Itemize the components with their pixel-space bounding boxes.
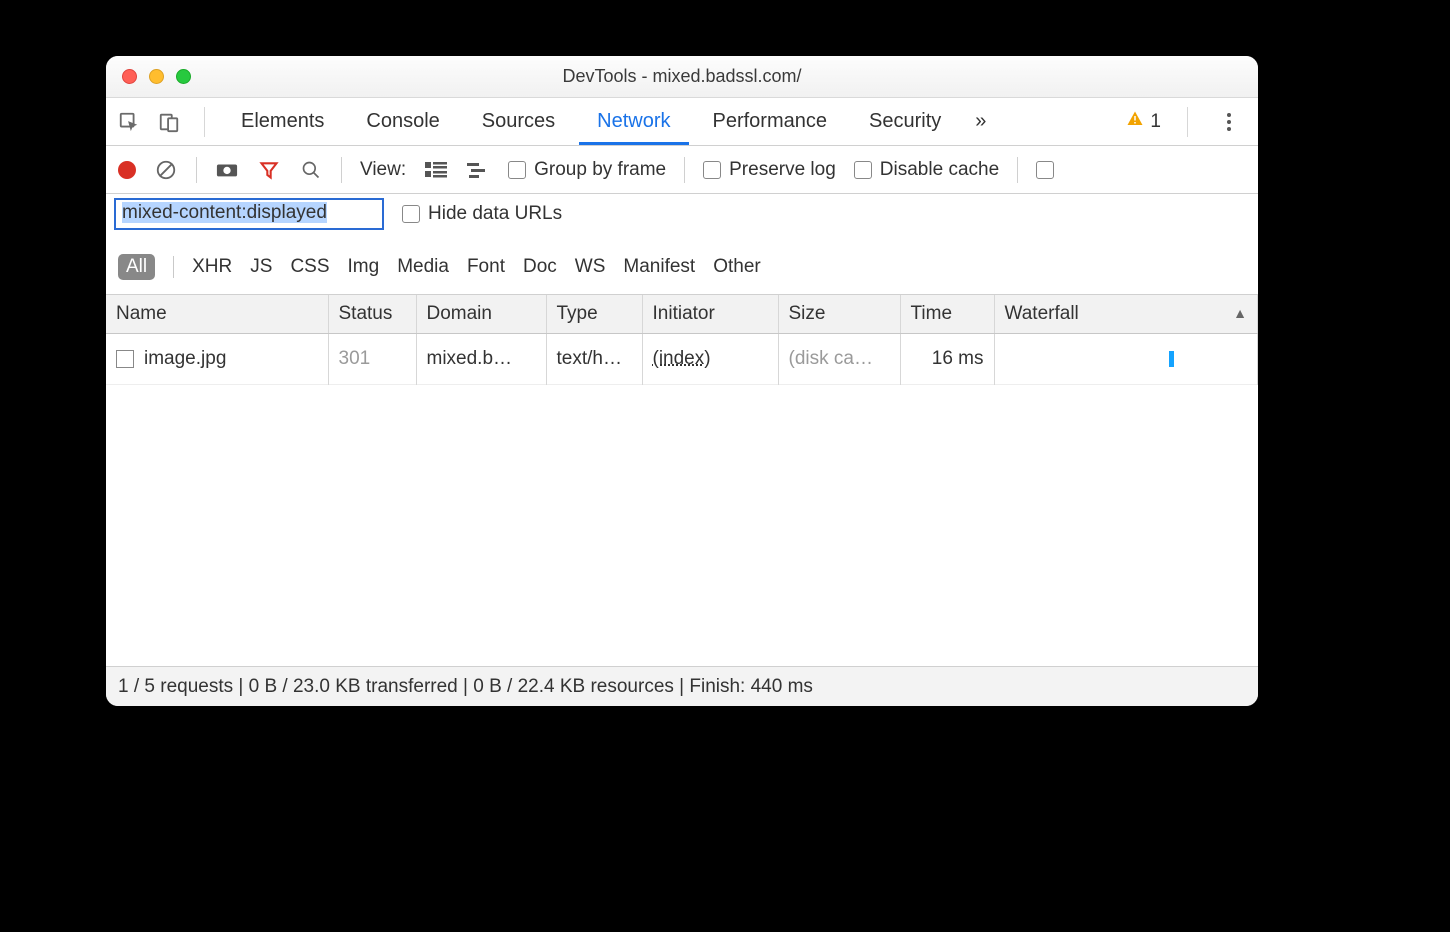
cell-type: text/h… bbox=[546, 334, 642, 385]
panel-tabs: Elements Console Sources Network Perform… bbox=[106, 98, 1258, 146]
screenshots-icon[interactable] bbox=[215, 158, 239, 182]
inspect-element-icon[interactable] bbox=[112, 105, 146, 139]
device-toolbar-icon[interactable] bbox=[152, 105, 186, 139]
tab-performance[interactable]: Performance bbox=[695, 98, 846, 145]
separator bbox=[341, 157, 342, 183]
disable-cache-checkbox[interactable]: Disable cache bbox=[854, 159, 999, 181]
checkbox-icon bbox=[508, 161, 526, 179]
devtools-window: DevTools - mixed.badssl.com/ Elements Co… bbox=[106, 56, 1258, 706]
warning-icon bbox=[1126, 110, 1144, 134]
filter-type-js[interactable]: JS bbox=[250, 256, 272, 278]
filter-type-ws[interactable]: WS bbox=[575, 256, 606, 278]
checkbox-label: Preserve log bbox=[729, 159, 836, 181]
col-size[interactable]: Size bbox=[778, 295, 900, 334]
filter-type-manifest[interactable]: Manifest bbox=[623, 256, 695, 278]
cell-waterfall bbox=[1005, 342, 1248, 376]
tab-elements[interactable]: Elements bbox=[223, 98, 342, 145]
separator bbox=[173, 256, 174, 278]
group-by-frame-checkbox[interactable]: Group by frame bbox=[508, 159, 666, 181]
checkbox-icon bbox=[854, 161, 872, 179]
status-text: 1 / 5 requests | 0 B / 23.0 KB transferr… bbox=[118, 676, 813, 698]
checkbox-label: Group by frame bbox=[534, 159, 666, 181]
settings-menu-button[interactable] bbox=[1214, 113, 1244, 131]
clear-icon[interactable] bbox=[154, 158, 178, 182]
close-window-button[interactable] bbox=[122, 69, 137, 84]
filter-bar: mixed-content:displayed Hide data URLs A… bbox=[106, 194, 1258, 295]
large-rows-icon[interactable] bbox=[424, 158, 448, 182]
filter-input-value: mixed-content:displayed bbox=[122, 202, 327, 223]
overview-icon[interactable] bbox=[466, 158, 490, 182]
cell-name: image.jpg bbox=[144, 348, 226, 370]
cell-initiator[interactable]: (index) bbox=[653, 348, 711, 369]
window-controls bbox=[106, 69, 191, 84]
filter-type-img[interactable]: Img bbox=[348, 256, 380, 278]
network-toolbar: View: Group by frame Preserve log Disabl… bbox=[106, 146, 1258, 194]
minimize-window-button[interactable] bbox=[149, 69, 164, 84]
col-time[interactable]: Time bbox=[900, 295, 994, 334]
separator bbox=[684, 157, 685, 183]
cell-status: 301 bbox=[328, 334, 416, 385]
checkbox-icon bbox=[703, 161, 721, 179]
type-filters: All XHR JS CSS Img Media Font Doc WS Man… bbox=[114, 248, 1250, 290]
col-initiator[interactable]: Initiator bbox=[642, 295, 778, 334]
status-bar: 1 / 5 requests | 0 B / 23.0 KB transferr… bbox=[106, 666, 1258, 706]
tabs-overflow-button[interactable]: » bbox=[965, 98, 996, 145]
filter-type-css[interactable]: CSS bbox=[290, 256, 329, 278]
filter-type-other[interactable]: Other bbox=[713, 256, 761, 278]
filter-type-all[interactable]: All bbox=[118, 254, 155, 280]
tab-sources[interactable]: Sources bbox=[464, 98, 573, 145]
col-name[interactable]: Name bbox=[106, 295, 328, 334]
separator bbox=[196, 157, 197, 183]
titlebar: DevTools - mixed.badssl.com/ bbox=[106, 56, 1258, 98]
filter-icon[interactable] bbox=[257, 158, 281, 182]
cell-size: (disk ca… bbox=[778, 334, 900, 385]
table-row[interactable]: image.jpg 301 mixed.b… text/h… (index) (… bbox=[106, 334, 1258, 385]
checkbox-label: Disable cache bbox=[880, 159, 999, 181]
zoom-window-button[interactable] bbox=[176, 69, 191, 84]
separator bbox=[204, 107, 205, 137]
cell-domain: mixed.b… bbox=[416, 334, 546, 385]
search-icon[interactable] bbox=[299, 158, 323, 182]
filter-type-media[interactable]: Media bbox=[397, 256, 449, 278]
col-status[interactable]: Status bbox=[328, 295, 416, 334]
filter-type-doc[interactable]: Doc bbox=[523, 256, 557, 278]
record-button[interactable] bbox=[118, 161, 136, 179]
tab-console[interactable]: Console bbox=[348, 98, 457, 145]
warnings-indicator[interactable]: 1 bbox=[1126, 110, 1161, 134]
checkbox-label: Hide data URLs bbox=[428, 203, 562, 225]
col-waterfall-label: Waterfall bbox=[1005, 303, 1079, 324]
col-domain[interactable]: Domain bbox=[416, 295, 546, 334]
waterfall-bar bbox=[1169, 351, 1174, 367]
separator bbox=[1017, 157, 1018, 183]
filter-type-font[interactable]: Font bbox=[467, 256, 505, 278]
view-label: View: bbox=[360, 159, 406, 181]
network-grid: Name Status Domain Type Initiator Size T… bbox=[106, 295, 1258, 666]
col-type[interactable]: Type bbox=[546, 295, 642, 334]
tab-security[interactable]: Security bbox=[851, 98, 959, 145]
tab-network[interactable]: Network bbox=[579, 98, 688, 145]
file-icon bbox=[116, 350, 134, 368]
warning-count: 1 bbox=[1150, 111, 1161, 133]
offline-checkbox-partial[interactable] bbox=[1036, 161, 1054, 179]
hide-data-urls-checkbox[interactable]: Hide data URLs bbox=[402, 203, 562, 225]
checkbox-icon bbox=[402, 205, 420, 223]
col-waterfall[interactable]: Waterfall ▲ bbox=[994, 295, 1258, 334]
table-header-row: Name Status Domain Type Initiator Size T… bbox=[106, 295, 1258, 334]
filter-input[interactable]: mixed-content:displayed bbox=[114, 198, 384, 230]
cell-time: 16 ms bbox=[900, 334, 994, 385]
window-title: DevTools - mixed.badssl.com/ bbox=[106, 66, 1258, 87]
separator bbox=[1187, 107, 1188, 137]
preserve-log-checkbox[interactable]: Preserve log bbox=[703, 159, 836, 181]
sort-asc-icon: ▲ bbox=[1233, 305, 1247, 321]
filter-type-xhr[interactable]: XHR bbox=[192, 256, 232, 278]
